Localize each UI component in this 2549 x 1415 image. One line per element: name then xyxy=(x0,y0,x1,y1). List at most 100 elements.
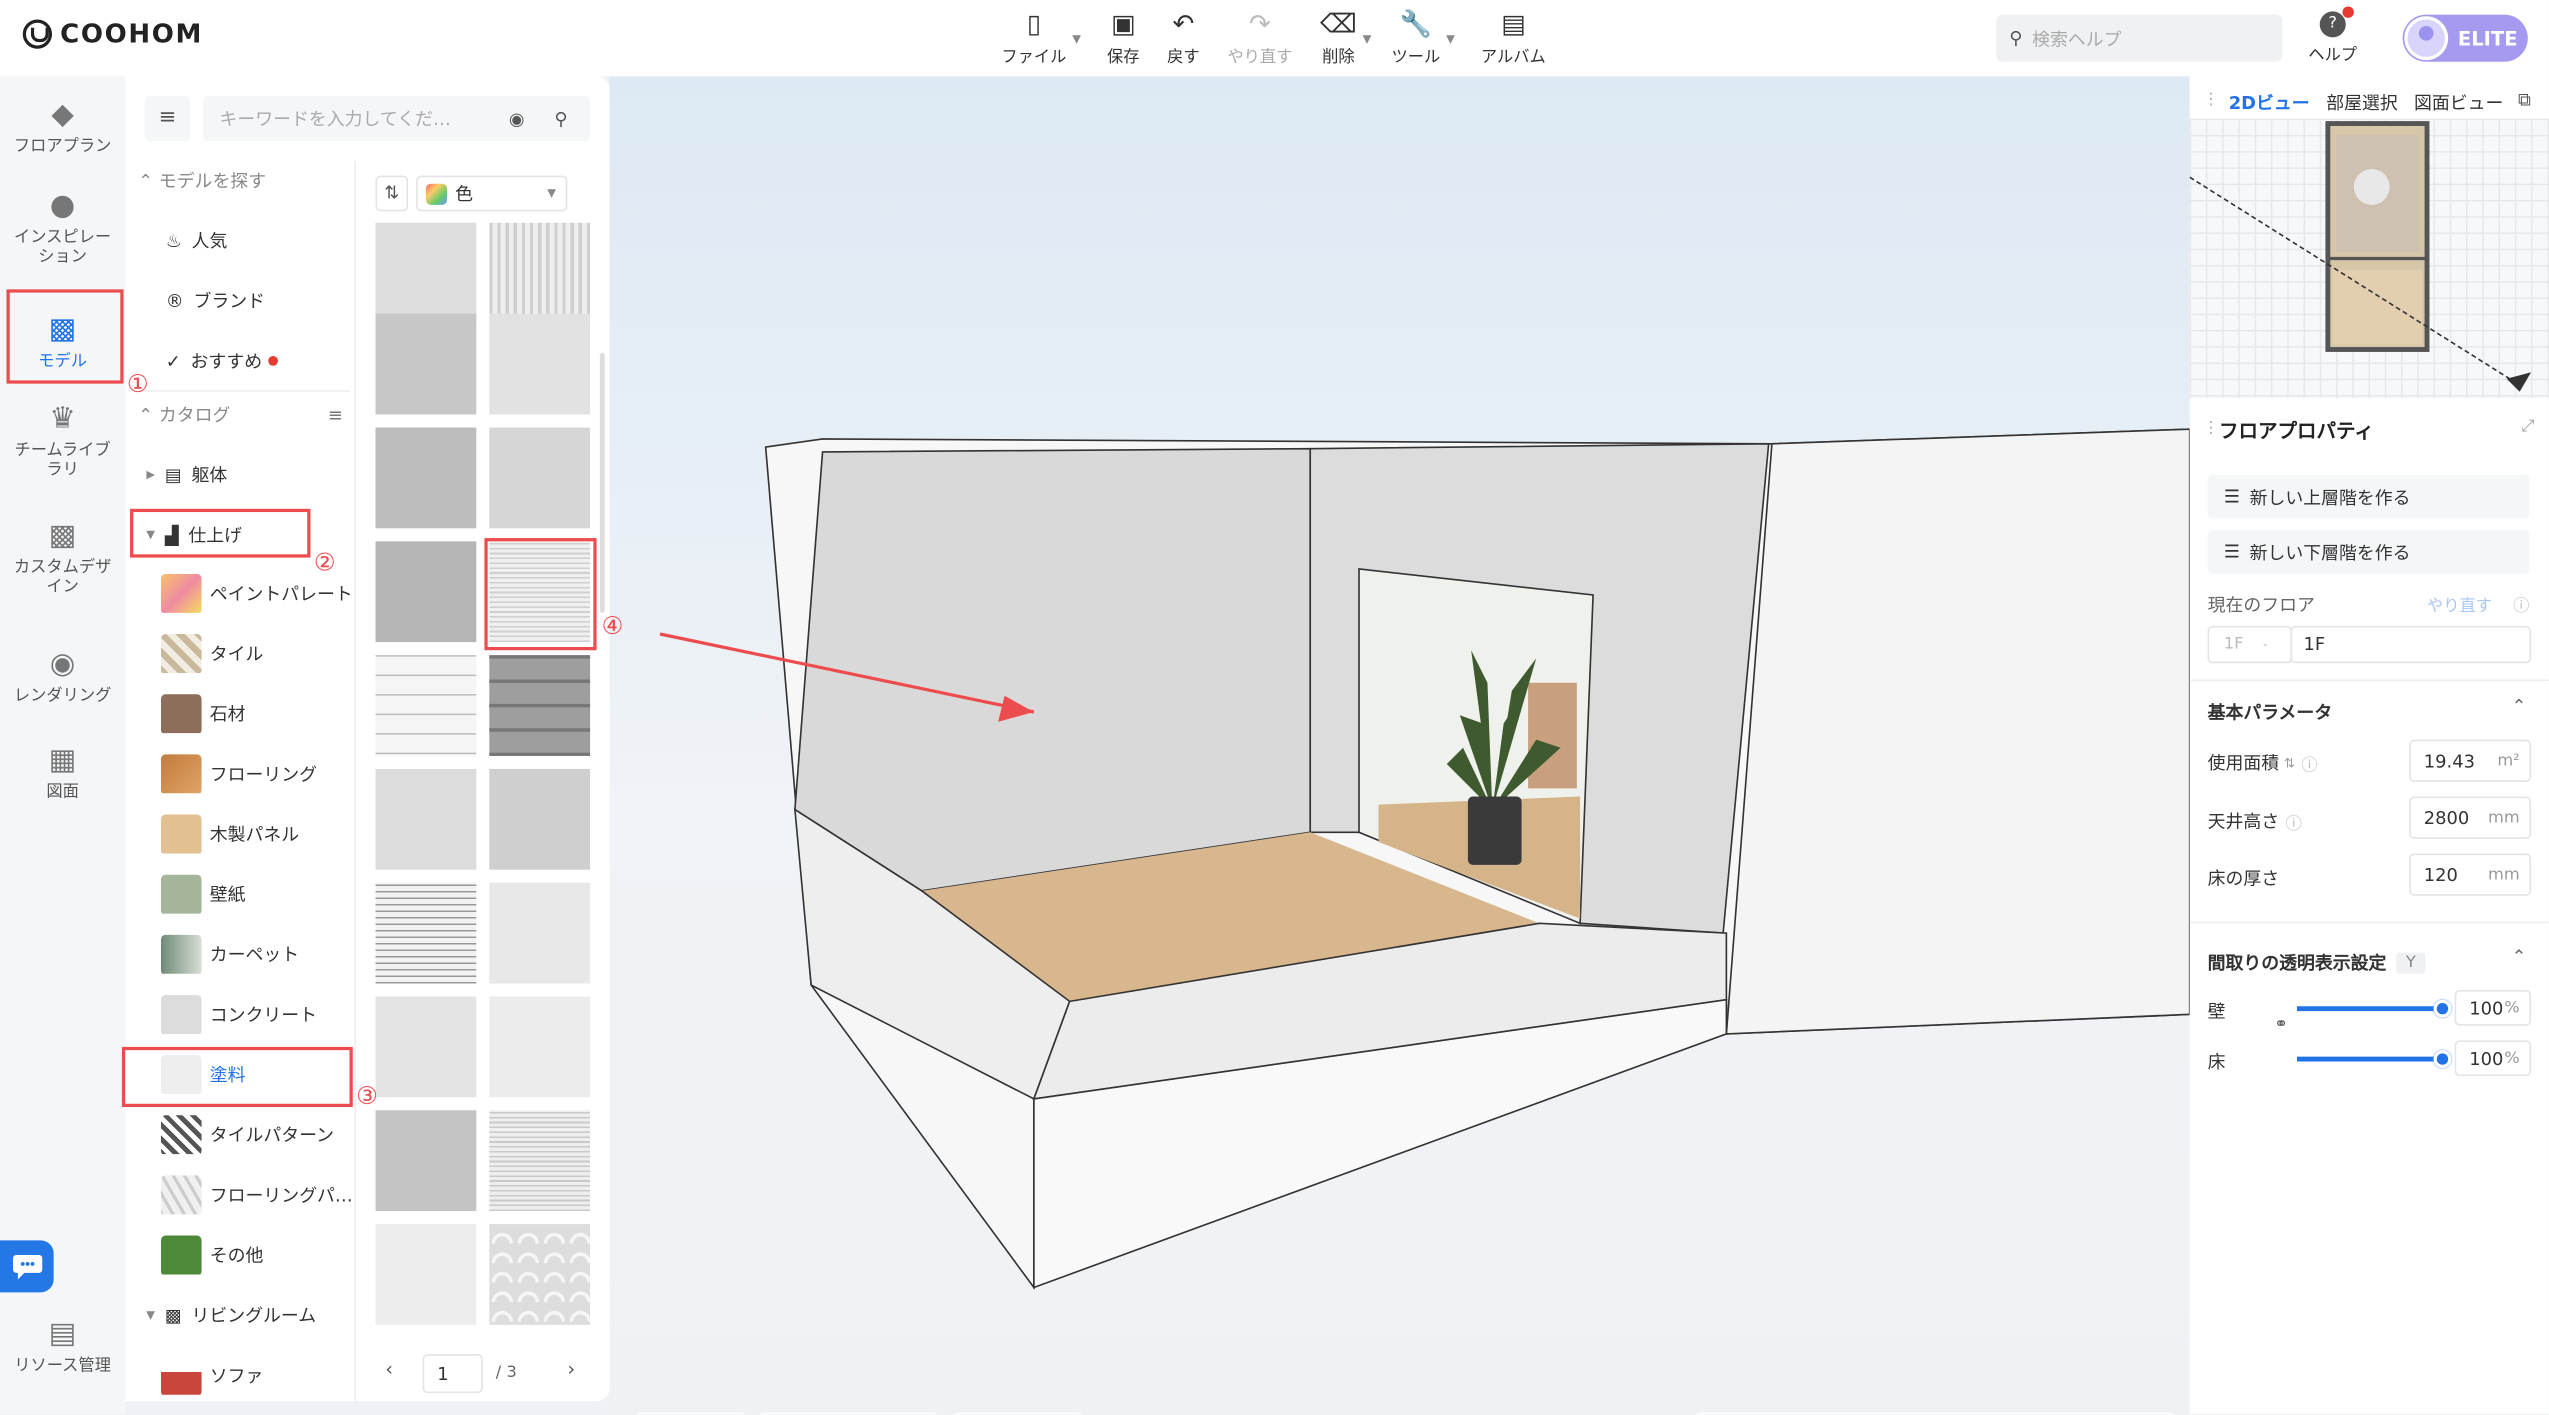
nav-resource-management[interactable]: ▤ リソース管理 xyxy=(0,1318,125,1377)
file-menu-button[interactable]: ▯ ファイル ▼ xyxy=(1001,9,1081,67)
3d-viewport[interactable]: ☰ 1F ▼ 2D ▼ 3D ▼ ◉ ▩ ▣ ▦ ⛶ ⚲ − 56% + xyxy=(609,76,2190,1415)
list-item-wood-panel[interactable]: 木製パネル xyxy=(160,814,390,854)
floor-redo-link[interactable]: やり直す xyxy=(2427,592,2492,616)
prev-page-button[interactable]: ‹ xyxy=(385,1357,393,1380)
list-item-popular[interactable]: ♨ 人気 xyxy=(166,221,395,260)
section-catalog[interactable]: ⌃ カタログ ≡ xyxy=(138,395,367,434)
list-item-brand[interactable]: ® ブランド xyxy=(166,281,395,320)
list-item-tile-pattern[interactable]: タイルパターン xyxy=(160,1115,390,1155)
list-item-other[interactable]: その他 xyxy=(160,1235,390,1275)
link-icon[interactable]: ⚭ xyxy=(2274,1016,2288,1034)
filter-icon[interactable]: ≡ xyxy=(328,404,343,425)
list-item-recommended[interactable]: ✓ おすすめ xyxy=(166,341,395,380)
redo-button[interactable]: ↷ やり直す xyxy=(1227,9,1292,67)
sort-icon[interactable]: ⇅ xyxy=(375,175,409,212)
section-find-models[interactable]: ⌃ モデルを探す xyxy=(138,161,367,200)
tab-2d-view[interactable]: 2Dビュー xyxy=(2229,89,2310,115)
nav-team-library[interactable]: ♛ チームライブラリ xyxy=(0,401,125,481)
tools-button[interactable]: 🔧 ツール ▼ xyxy=(1392,9,1455,67)
material-thumbnail[interactable] xyxy=(489,1110,591,1212)
wall-slider-track[interactable] xyxy=(2296,999,2452,1018)
help-search-input[interactable]: ⚲ 検索ヘルプ xyxy=(1996,14,2283,62)
floor-prefix-select[interactable]: 1F - xyxy=(2207,625,2293,664)
tab-drawing-view[interactable]: 図面ビュー xyxy=(2414,89,2503,115)
help-button[interactable]: ? ヘルプ xyxy=(2308,6,2357,65)
minimap-2d[interactable] xyxy=(2189,118,2549,399)
list-item-concrete[interactable]: コンクリート xyxy=(160,994,390,1034)
list-item-wallpaper[interactable]: 壁紙 xyxy=(160,874,390,914)
material-thumbnail[interactable] xyxy=(489,996,591,1098)
collapse-icon[interactable]: ⌃ xyxy=(2512,946,2527,967)
floor-selector[interactable]: ☰ 1F ▼ xyxy=(633,1412,748,1415)
floor-opacity-input[interactable]: 100% xyxy=(2454,1040,2532,1077)
collapse-menu-icon[interactable]: ≡ xyxy=(144,95,191,142)
wall-opacity-input[interactable]: 100% xyxy=(2454,989,2532,1026)
grid-scrollbar[interactable] xyxy=(599,352,605,613)
tab-room-select[interactable]: 部屋選択 xyxy=(2326,89,2398,115)
material-thumbnail[interactable] xyxy=(375,1224,477,1325)
list-item-stone[interactable]: 石材 xyxy=(160,694,390,734)
nav-rendering[interactable]: ◉ レンダリング xyxy=(0,648,125,708)
nav-floorplan[interactable]: ◆ フロアプラン xyxy=(0,98,125,158)
color-filter-select[interactable]: 色 ▼ xyxy=(416,175,568,212)
list-item-paint-palette[interactable]: ペイントパレート xyxy=(160,573,390,613)
list-item-structure[interactable]: ▶ ▤ 躯体 xyxy=(146,455,375,494)
nav-inspiration[interactable]: ● インスピレーション xyxy=(0,189,125,268)
material-thumbnail[interactable] xyxy=(489,222,591,324)
3d-scene xyxy=(659,428,2190,1290)
search-icon[interactable]: ⚲ xyxy=(554,108,567,129)
user-account-button[interactable]: ELITE xyxy=(2402,14,2528,62)
list-item-flooring-pattern[interactable]: フローリングパ… xyxy=(160,1175,390,1215)
model-search-input[interactable]: キーワードを入力してくだ… ◉ ⚲ xyxy=(203,95,591,142)
nav-custom-design[interactable]: ▩ カスタムデザイン xyxy=(0,518,125,598)
area-input[interactable]: 19.43 m² xyxy=(2409,739,2532,782)
floor-slider-knob[interactable] xyxy=(2433,1050,2452,1069)
ceiling-height-input[interactable]: 2800 mm xyxy=(2409,796,2532,839)
list-item-tile[interactable]: タイル xyxy=(160,633,390,673)
drag-handle-icon[interactable]: ⋮ xyxy=(2203,419,2219,437)
material-thumbnail[interactable] xyxy=(375,541,477,643)
next-page-button[interactable]: › xyxy=(567,1357,575,1380)
app-logo[interactable]: COOHOM xyxy=(22,18,203,49)
material-thumbnail[interactable] xyxy=(375,655,477,756)
material-thumbnail[interactable] xyxy=(489,882,591,984)
material-thumbnail[interactable] xyxy=(375,1110,477,1212)
material-thumbnail[interactable] xyxy=(489,655,591,756)
chat-button[interactable] xyxy=(0,1240,54,1293)
floor-slider-track[interactable] xyxy=(2296,1050,2452,1069)
material-thumbnail[interactable] xyxy=(375,427,477,529)
new-lower-floor-button[interactable]: ☰ 新しい下層階を作る xyxy=(2207,529,2530,574)
material-thumbnail[interactable] xyxy=(489,313,591,415)
expand-icon[interactable]: ⤢ xyxy=(2521,418,2534,436)
nav-drawings[interactable]: ▦ 図面 xyxy=(0,744,125,804)
camera-search-icon[interactable]: ◉ xyxy=(509,108,525,129)
undo-button[interactable]: ↶ 戻す xyxy=(1167,9,1200,67)
floor-thickness-input[interactable]: 120 mm xyxy=(2409,853,2532,896)
popout-icon[interactable]: ⧉ xyxy=(2518,89,2531,112)
delete-button[interactable]: ⌫ 削除 ▼ xyxy=(1320,9,1371,67)
material-thumbnail[interactable] xyxy=(489,1224,591,1325)
page-number-input[interactable]: 1 xyxy=(422,1354,483,1394)
crown-icon: ♛ xyxy=(49,401,76,436)
current-floor-text: 現在のフロア xyxy=(2207,594,2315,617)
list-item-living-room[interactable]: ▼ ▩ リビングルーム xyxy=(146,1296,375,1335)
floor-label-text: 床 xyxy=(2207,1051,2226,1073)
floor-name-input[interactable]: 1F xyxy=(2290,625,2532,664)
list-item-sofa[interactable]: ソファ xyxy=(160,1355,390,1395)
material-thumbnail[interactable] xyxy=(375,882,477,984)
list-item-flooring[interactable]: フローリング xyxy=(160,754,390,794)
box-icon: ▩ xyxy=(48,518,77,553)
material-thumbnail[interactable] xyxy=(375,996,477,1098)
wall-slider-knob[interactable] xyxy=(2433,999,2452,1018)
new-upper-floor-button[interactable]: ☰ 新しい上層階を作る xyxy=(2207,474,2530,519)
material-thumbnail[interactable] xyxy=(375,768,477,870)
list-item-carpet[interactable]: カーペット xyxy=(160,934,390,974)
material-thumbnail[interactable] xyxy=(375,313,477,415)
material-thumbnail[interactable] xyxy=(489,768,591,870)
collapse-icon[interactable]: ⌃ xyxy=(2512,696,2527,717)
save-button[interactable]: ▣ 保存 xyxy=(1107,9,1140,67)
drag-handle-icon[interactable]: ⋮ xyxy=(2203,91,2219,109)
album-button[interactable]: ▤ アルバム xyxy=(1481,9,1546,67)
material-thumbnail[interactable] xyxy=(489,427,591,529)
material-thumbnail[interactable] xyxy=(375,222,477,324)
